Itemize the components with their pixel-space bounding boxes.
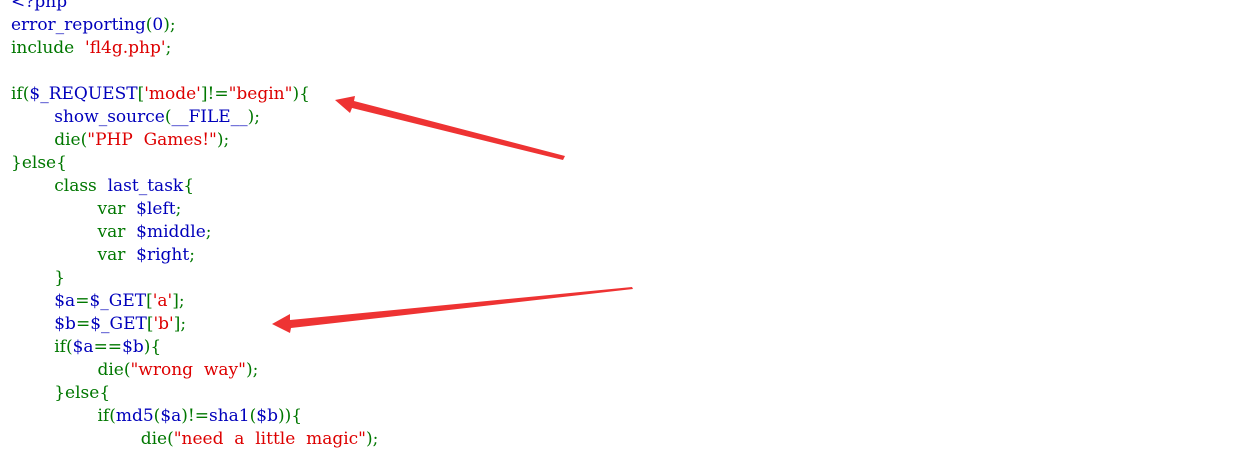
code-token: $_REQUEST bbox=[29, 84, 138, 104]
code-line: var $right; bbox=[11, 244, 378, 267]
code-line: var $middle; bbox=[11, 221, 378, 244]
code-line: die("wrong way"); bbox=[11, 359, 378, 382]
code-token: )){ bbox=[277, 406, 303, 426]
code-token: ; bbox=[189, 245, 195, 265]
code-token: [ bbox=[146, 291, 153, 311]
code-token: var bbox=[97, 199, 137, 219]
code-token: $a bbox=[54, 291, 76, 311]
code-token: "PHP Games!" bbox=[87, 130, 217, 150]
code-token: }else{ bbox=[54, 383, 111, 403]
code-token: var bbox=[97, 222, 137, 242]
code-line: error_reporting(0); bbox=[11, 14, 378, 37]
code-line: show_source(__FILE__); bbox=[11, 106, 378, 129]
code-token: 'a' bbox=[152, 291, 173, 311]
code-token: ; bbox=[175, 199, 182, 219]
code-token: $_GET bbox=[90, 314, 147, 334]
code-token: var bbox=[97, 245, 137, 265]
code-token: die( bbox=[54, 130, 88, 150]
code-token: ]!= bbox=[200, 84, 229, 104]
code-token: $left bbox=[136, 199, 176, 219]
code-line: include 'fl4g.php'; bbox=[11, 37, 378, 60]
code-token: $_GET bbox=[89, 291, 147, 311]
code-token: ); bbox=[163, 15, 176, 35]
code-line: <?php bbox=[11, 0, 378, 14]
code-token: } bbox=[54, 268, 66, 288]
code-token: 0 bbox=[152, 15, 164, 35]
code-token: $b bbox=[54, 314, 76, 334]
code-token: error_reporting bbox=[11, 15, 146, 35]
code-token: ); bbox=[216, 130, 230, 150]
code-token: { bbox=[183, 176, 195, 196]
code-line: } bbox=[11, 267, 378, 290]
code-line: }else{ bbox=[11, 382, 378, 405]
code-token: last_task bbox=[107, 176, 184, 196]
code-token: die( bbox=[97, 360, 131, 380]
code-token: $a bbox=[72, 337, 94, 357]
code-line: class last_task{ bbox=[11, 175, 378, 198]
code-token: $a bbox=[160, 406, 182, 426]
code-token: ); bbox=[245, 360, 259, 380]
code-token: 'fl4g.php' bbox=[85, 38, 166, 58]
code-token: $b bbox=[256, 406, 278, 426]
code-token: ]; bbox=[173, 314, 187, 334]
code-token: if( bbox=[11, 84, 30, 104]
code-token: ; bbox=[165, 38, 172, 58]
code-line: if($a==$b){ bbox=[11, 336, 378, 359]
code-token: ); bbox=[366, 429, 379, 449]
code-token: )!= bbox=[181, 406, 209, 426]
code-line: }else{ bbox=[11, 152, 378, 175]
php-source-code: <?php error_reporting(0); include 'fl4g.ph… bbox=[11, 0, 378, 451]
code-token: __FILE__ bbox=[171, 107, 248, 127]
code-token: 'mode' bbox=[144, 84, 201, 104]
code-token: class bbox=[54, 176, 108, 196]
code-token: "begin" bbox=[228, 84, 293, 104]
code-token: 'b' bbox=[153, 314, 174, 334]
code-token: ); bbox=[247, 107, 261, 127]
code-token: $middle bbox=[136, 222, 206, 242]
code-line: die("need a little magic"); bbox=[11, 428, 379, 451]
code-token: ){ bbox=[143, 337, 162, 357]
code-line: if($_REQUEST['mode']!="begin"){ bbox=[11, 83, 378, 106]
code-token: = bbox=[75, 291, 90, 311]
code-token: ; bbox=[205, 222, 212, 242]
code-token: md5 bbox=[115, 406, 154, 426]
code-token: "need a little magic" bbox=[173, 429, 366, 449]
code-token: = bbox=[75, 314, 91, 334]
code-token: if( bbox=[97, 406, 116, 426]
code-token: "wrong way" bbox=[130, 360, 246, 380]
code-line: if(md5($a)!=sha1($b)){ bbox=[11, 405, 378, 428]
code-line: var $left; bbox=[11, 198, 378, 221]
code-token: sha1 bbox=[208, 406, 250, 426]
code-token: show_source bbox=[54, 107, 165, 127]
code-token: == bbox=[93, 337, 123, 357]
code-token: ]; bbox=[172, 291, 185, 311]
code-token: ){ bbox=[292, 84, 310, 104]
code-token: <?php bbox=[11, 0, 68, 12]
code-token: die( bbox=[140, 429, 174, 449]
code-token: $right bbox=[136, 245, 190, 265]
code-token: if( bbox=[54, 337, 73, 357]
code-line: $b=$_GET['b']; bbox=[11, 313, 378, 336]
code-line: die("PHP Games!"); bbox=[11, 129, 378, 152]
code-line: $a=$_GET['a']; bbox=[11, 290, 378, 313]
code-token: }else{ bbox=[11, 153, 67, 173]
code-token: include bbox=[11, 38, 86, 58]
code-token: $b bbox=[122, 337, 144, 357]
